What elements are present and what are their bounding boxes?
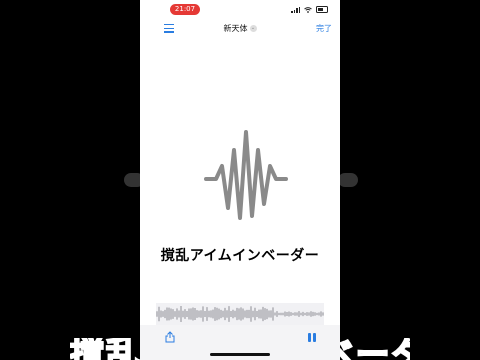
home-indicator [210,353,270,356]
battery-icon [316,6,328,13]
status-time: 21:07 [170,4,200,15]
status-icons [291,6,328,13]
wifi-icon [304,6,312,13]
dropdown-icon[interactable]: ⌄ [249,25,257,32]
recording-title[interactable]: 新天体 ⌄ [140,23,340,34]
phone-screen: 21:07 新天体 ⌄ 完了 撹乱アイムインベーダー [140,0,340,360]
blurred-background-shape [338,173,358,187]
signal-icon [291,6,300,13]
navigation-bar: 新天体 ⌄ 完了 [140,18,340,40]
audio-wave-icon [204,130,288,220]
done-button[interactable]: 完了 [316,23,332,34]
video-caption: 撹乱アイムインベーダー [160,248,320,264]
pause-icon[interactable] [308,333,316,342]
right-background-band [340,0,480,360]
status-bar: 21:07 [140,0,340,18]
left-background-band [0,0,140,360]
share-icon[interactable] [165,331,175,343]
recording-waveform[interactable] [156,303,324,325]
recording-title-text: 新天体 [223,24,248,33]
